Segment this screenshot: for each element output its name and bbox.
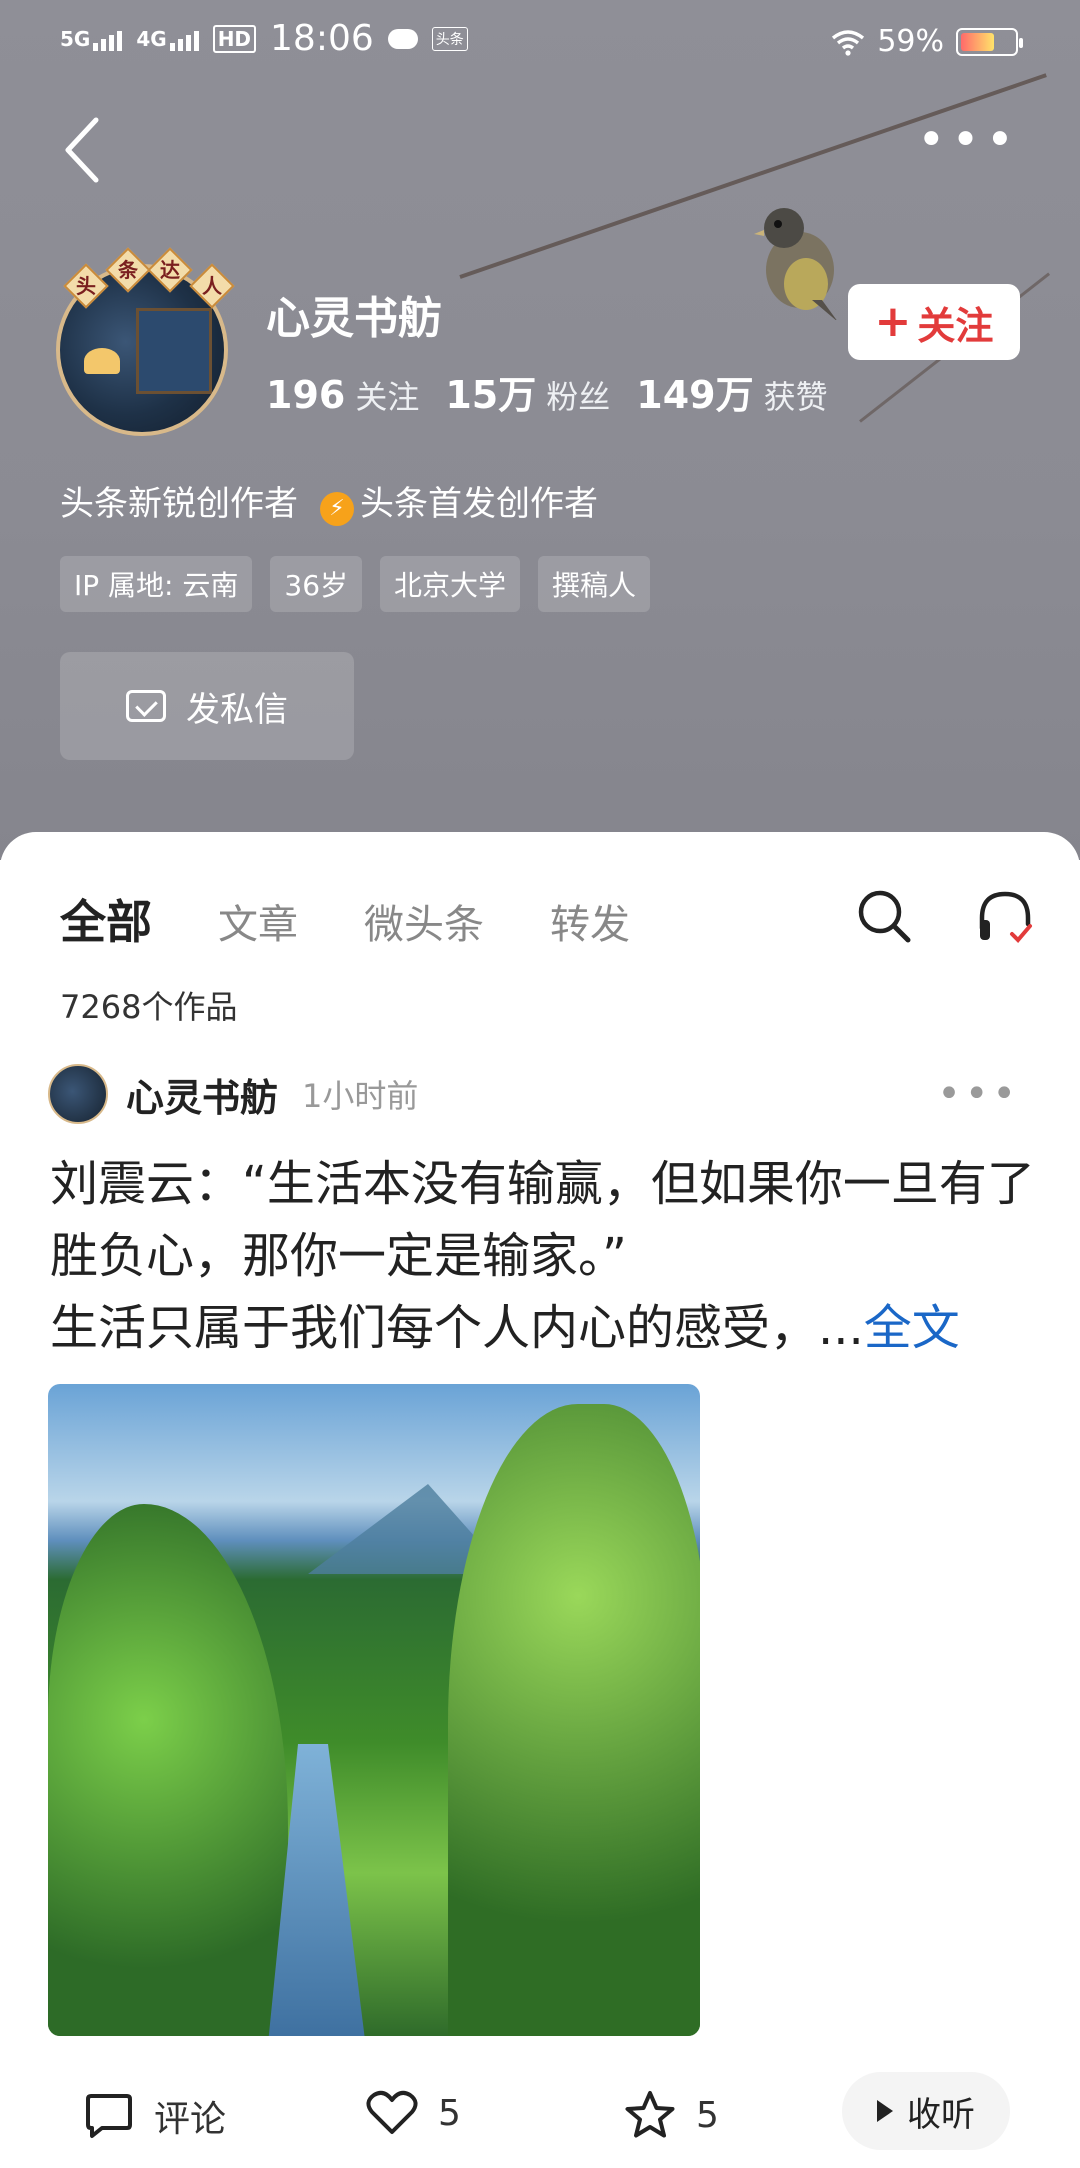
post-author-name[interactable]: 心灵书舫: [126, 1067, 278, 1122]
post-time: 1小时前: [302, 1077, 419, 1115]
tab-micro-posts[interactable]: 微头条: [364, 892, 484, 950]
search-icon[interactable]: [856, 888, 912, 944]
signal-4g-icon: 4G: [136, 27, 199, 51]
headphones-icon[interactable]: [976, 888, 1034, 946]
follow-button[interactable]: + 关注: [848, 284, 1020, 360]
clock: 18:06: [270, 18, 374, 59]
post-text[interactable]: 刘震云：“生活本没有输赢，但如果你一旦有了胜负心，那你一定是输家。” 生活只属于…: [50, 1148, 1040, 1364]
profile-stats: 196 关注 15万 粉丝 149万 获赞: [266, 364, 828, 419]
battery-percent: 59%: [877, 24, 944, 59]
back-button[interactable]: [56, 112, 116, 188]
profile-header: 5G 4G HD 18:06 头条 59% ••• 头 条 达 人 心灵书舫 1…: [0, 0, 1080, 860]
mail-icon: [126, 690, 166, 722]
lightning-icon: ⚡: [320, 491, 354, 526]
wifi-icon: [831, 29, 865, 56]
profile-name: 心灵书舫: [266, 293, 442, 344]
avatar[interactable]: 头 条 达 人: [56, 247, 235, 438]
star-icon: [625, 2091, 675, 2138]
full-text-link[interactable]: 全文: [864, 1300, 960, 1356]
tag-ip-location: IP 属地: 云南: [60, 556, 253, 612]
play-icon: [877, 2100, 893, 2122]
status-bar: 5G 4G HD 18:06 头条 59%: [0, 0, 1080, 84]
content-panel: 全部 文章 微头条 转发 7268个作品 心灵书舫 1小时前 ••• 刘震云：“…: [0, 832, 1080, 2168]
like-button[interactable]: 5: [366, 2090, 461, 2136]
battery-icon: [956, 27, 1023, 56]
hd-icon: HD: [212, 24, 257, 53]
profile-tags: IP 属地: 云南 36岁 北京大学 撰稿人: [60, 556, 651, 612]
post-actions: 评论 5 5 收听: [0, 2072, 1080, 2162]
tag-occupation: 撰稿人: [538, 556, 651, 612]
comment-icon: [86, 2094, 132, 2138]
following-stat[interactable]: 196 关注: [266, 372, 419, 418]
creator-title: 头条新锐创作者: [60, 484, 298, 525]
content-tabs: 全部 文章 微头条 转发: [60, 886, 630, 952]
listen-button[interactable]: 收听: [842, 2072, 1010, 2150]
creator-title: ⚡ 头条首发创作者: [320, 476, 598, 526]
tab-articles[interactable]: 文章: [218, 892, 298, 950]
bird-illustration: [754, 208, 837, 320]
expert-badge: 头 条 达 人: [56, 247, 235, 309]
tab-reposts[interactable]: 转发: [550, 892, 630, 950]
post-more-icon[interactable]: •••: [937, 1074, 1020, 1114]
plus-icon: +: [874, 296, 912, 347]
app-badge: 头条: [431, 26, 468, 51]
cloud-icon: [387, 28, 418, 49]
more-options-icon[interactable]: •••: [917, 116, 1020, 164]
tab-all[interactable]: 全部: [60, 886, 152, 952]
favorite-button[interactable]: 5: [624, 2090, 719, 2140]
post-header: 心灵书舫 1小时前: [48, 1064, 418, 1124]
signal-5g-icon: 5G: [60, 27, 123, 51]
works-count: 7268个作品: [60, 988, 238, 1026]
likes-stat[interactable]: 149万 获赞: [636, 364, 827, 419]
direct-message-button[interactable]: 发私信: [60, 652, 354, 760]
followers-stat[interactable]: 15万 粉丝: [445, 364, 610, 419]
post-image[interactable]: [48, 1384, 700, 2036]
tag-age: 36岁: [270, 556, 363, 612]
creator-titles: 头条新锐创作者 ⚡ 头条首发创作者: [60, 476, 598, 526]
post-author-avatar[interactable]: [48, 1064, 108, 1124]
heart-icon: [366, 2090, 418, 2134]
tag-school: 北京大学: [380, 556, 521, 612]
comment-button[interactable]: 评论: [84, 2090, 226, 2142]
